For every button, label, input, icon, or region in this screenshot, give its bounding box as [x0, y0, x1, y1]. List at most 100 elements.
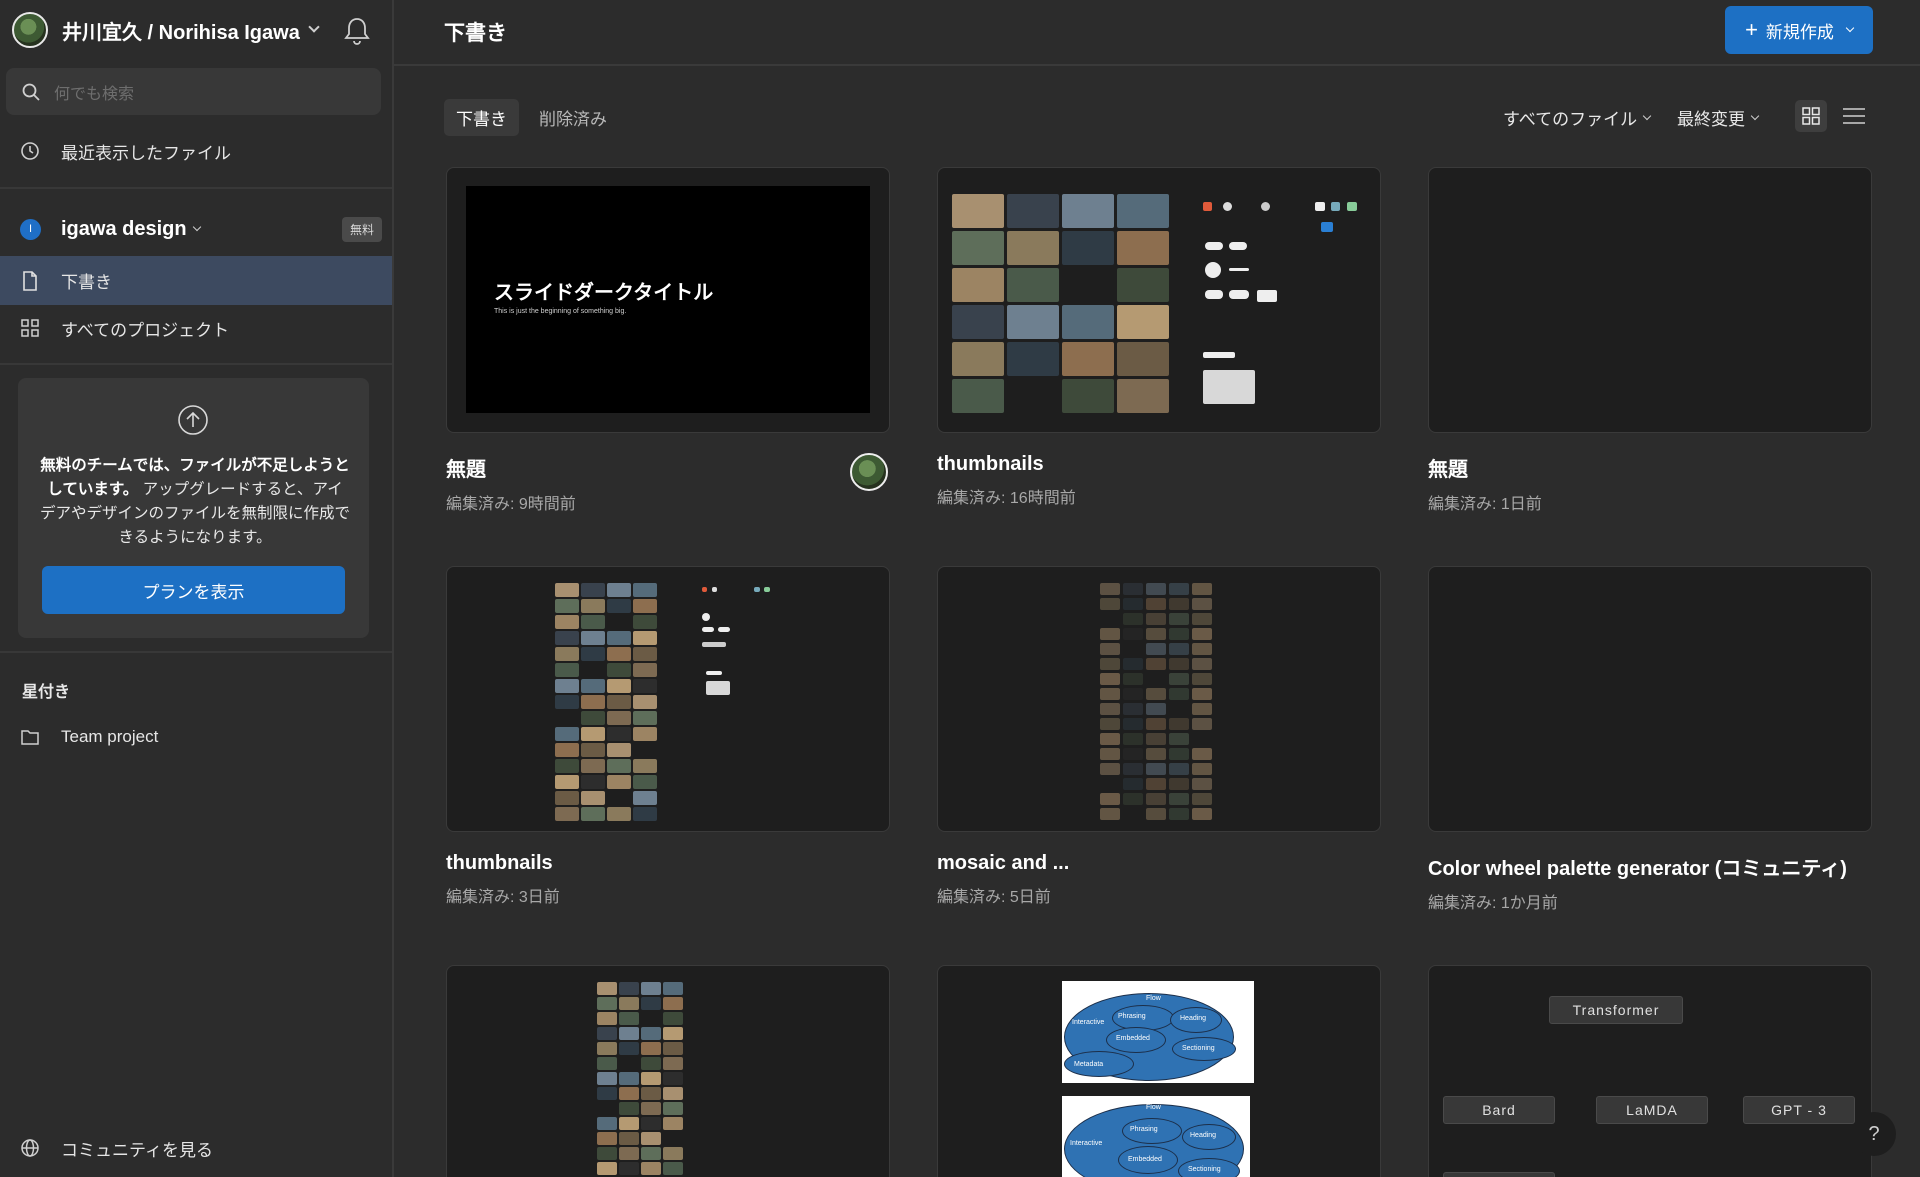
image-tile — [1146, 778, 1166, 790]
image-tile — [607, 647, 631, 661]
icon-strip — [1203, 202, 1363, 404]
image-tile — [1192, 703, 1212, 715]
file-thumbnail[interactable] — [446, 965, 890, 1177]
plan-badge: 無料 — [341, 217, 382, 242]
image-tile — [633, 663, 657, 677]
team-switcher[interactable]: I igawa design 無料 — [20, 214, 382, 244]
community-link[interactable]: コミュニティを見る — [0, 1124, 392, 1172]
file-card[interactable]: スライドダークタイトル This is just the beginning o… — [446, 167, 890, 514]
file-card[interactable]: thumbnails 編集済み: 3日前 — [446, 566, 890, 907]
slide-title: スライドダークタイトル — [494, 282, 714, 304]
file-card[interactable]: Flow Interactive Phrasing Heading Embedd… — [937, 965, 1381, 1177]
image-tile — [633, 807, 657, 821]
file-thumbnail[interactable]: スライドダークタイトル This is just the beginning o… — [446, 167, 890, 433]
image-tile — [555, 663, 579, 677]
image-tile — [1169, 658, 1189, 670]
file-card[interactable]: Color wheel palette generator (コミュニティ) 編… — [1428, 566, 1872, 913]
file-thumbnail[interactable] — [937, 167, 1381, 433]
file-card[interactable]: thumbnails 編集済み: 16時間前 — [937, 167, 1381, 508]
image-tile — [1007, 194, 1059, 228]
image-tile — [641, 1102, 661, 1115]
sidebar-item-all-projects[interactable]: すべてのプロジェクト — [0, 304, 392, 352]
file-title: mosaic and ... — [937, 852, 1070, 874]
image-tile — [1146, 643, 1166, 655]
bell-icon[interactable] — [343, 16, 371, 46]
sort-dropdown[interactable]: 最終変更 — [1677, 105, 1760, 130]
image-tile — [581, 711, 605, 725]
image-tile — [1100, 673, 1120, 685]
thumbnail-mosaic — [1100, 583, 1224, 820]
file-thumbnail[interactable] — [1428, 167, 1872, 433]
image-tile — [1062, 379, 1114, 413]
image-tile — [633, 791, 657, 805]
image-tile — [619, 1042, 639, 1055]
file-title: 無題 — [1428, 459, 1468, 481]
account-switcher[interactable]: 井川宜久 / Norihisa Igawa — [12, 11, 320, 49]
tab-deleted[interactable]: 削除済み — [527, 99, 619, 136]
new-file-button[interactable]: + 新規作成 — [1725, 6, 1873, 54]
image-tile — [581, 727, 605, 741]
image-tile — [641, 1072, 661, 1085]
image-tile — [1062, 305, 1114, 339]
image-tile — [619, 1012, 639, 1025]
file-card[interactable]: mosaic and ... 編集済み: 5日前 — [937, 566, 1381, 907]
tab-drafts[interactable]: 下書き — [444, 99, 519, 136]
image-tile — [1100, 808, 1120, 820]
image-tile — [1169, 598, 1189, 610]
image-tile — [1192, 748, 1212, 760]
image-tile — [555, 791, 579, 805]
image-tile — [1123, 673, 1143, 685]
image-tile — [1169, 673, 1189, 685]
diagram-label: Interactive — [1072, 1019, 1105, 1026]
file-edited: 編集済み: 1か月前 — [1428, 895, 1558, 912]
file-title: thumbnails — [937, 453, 1044, 475]
image-tile — [607, 807, 631, 821]
file-thumbnail[interactable]: Flow Interactive Phrasing Heading Embedd… — [937, 965, 1381, 1177]
diagram-label: Interactive — [1070, 1140, 1103, 1147]
image-tile — [633, 727, 657, 741]
file-card[interactable] — [446, 965, 890, 1177]
image-tile — [581, 599, 605, 613]
nav-recent-files[interactable]: 最近表示したファイル — [0, 127, 392, 175]
image-tile — [581, 695, 605, 709]
file-title: thumbnails — [446, 852, 553, 874]
divider — [0, 187, 392, 189]
file-card[interactable]: Transformer Bard LaMDA GPT - 3 — [1428, 965, 1872, 1177]
image-tile — [1123, 763, 1143, 775]
image-tile — [952, 194, 1004, 228]
nav-recent-label: 最近表示したファイル — [61, 143, 231, 163]
file-icon — [23, 270, 37, 291]
diagram-label: Embedded — [1128, 1156, 1162, 1163]
image-tile — [641, 1162, 661, 1175]
sidebar-item-drafts[interactable]: 下書き — [0, 256, 392, 305]
image-tile — [607, 695, 631, 709]
grid-view-button[interactable] — [1795, 100, 1827, 132]
image-tile — [663, 1162, 683, 1175]
list-view-button[interactable] — [1838, 100, 1870, 132]
file-card[interactable]: 無題 編集済み: 1日前 — [1428, 167, 1872, 514]
image-tile — [641, 1132, 661, 1145]
sidebar-item-team-project[interactable]: Team project — [0, 713, 392, 761]
grid-icon — [1802, 107, 1820, 125]
file-type-filter[interactable]: すべてのファイル — [1503, 105, 1652, 130]
image-tile — [1123, 658, 1143, 670]
image-tile — [1062, 194, 1114, 228]
file-thumbnail[interactable]: Transformer Bard LaMDA GPT - 3 — [1428, 965, 1872, 1177]
file-edited: 編集済み: 5日前 — [937, 889, 1051, 906]
file-thumbnail[interactable] — [1428, 566, 1872, 832]
file-thumbnail[interactable] — [446, 566, 890, 832]
search-input[interactable]: 何でも検索 — [6, 68, 381, 115]
image-tile — [581, 615, 605, 629]
image-tile — [663, 1147, 683, 1160]
image-tile — [663, 997, 683, 1010]
image-tile — [1100, 793, 1120, 805]
icon-strip — [702, 587, 792, 695]
view-plans-button[interactable]: プランを表示 — [42, 566, 345, 614]
image-tile — [1123, 688, 1143, 700]
file-thumbnail[interactable] — [937, 566, 1381, 832]
help-button[interactable]: ? — [1852, 1112, 1896, 1156]
file-title: 無題 — [446, 459, 486, 481]
search-icon — [22, 83, 40, 101]
team-avatar: I — [20, 218, 41, 240]
image-tile — [1169, 778, 1189, 790]
